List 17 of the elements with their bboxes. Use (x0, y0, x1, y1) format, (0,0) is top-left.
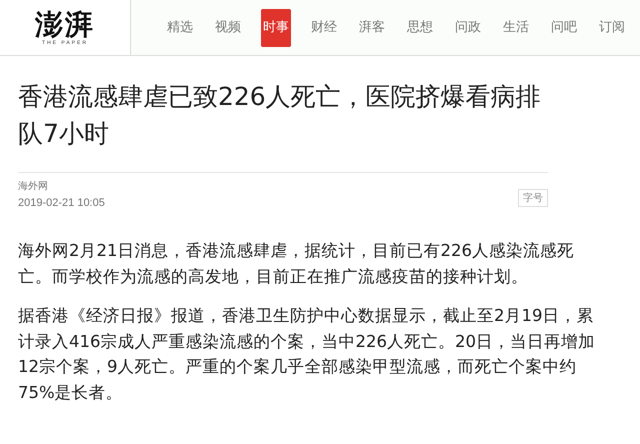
article-paragraph: 据香港《经济日报》报道，香港卫生防护中心数据显示，截止至2月19日，累计录入416宗成人严重感染流感的个案，当中226人死亡。20日，当日再增加12宗个案，9人死亡。严重的个案几乎全部感染甲型流感，而死亡个案中约75%是长者。 (18, 305, 596, 404)
nav-tab[interactable]: 精选 (165, 8, 195, 46)
nav-tab[interactable]: 问政 (453, 8, 483, 46)
nav-tab[interactable]: 时事 (261, 8, 291, 46)
nav-tab[interactable]: 生活 (501, 8, 531, 46)
nav-tab[interactable]: 问吧 (549, 8, 579, 46)
article-title: 香港流感肆虐已致226人死亡，医院挤爆看病排队7小时 (18, 81, 542, 150)
nav-tab[interactable]: 湃客 (357, 8, 387, 46)
publish-date: 2019-02-21 10:05 (18, 197, 105, 209)
font-size-button[interactable]: 字号 (518, 189, 548, 207)
nav-tab[interactable]: 思想 (405, 8, 435, 46)
nav-tab[interactable]: 订阅 (597, 8, 627, 46)
logo-text: 澎湃 (35, 10, 95, 40)
nav-tab[interactable]: 视频 (213, 8, 243, 46)
article-paragraph: 海外网2月21日消息，香港流感肆虐，据统计，目前已有226人感染流感死亡。而学校作为流感的高发地，目前正在推广流感疫苗的接种计划。 (18, 240, 575, 288)
article-source: 海外网 (18, 180, 49, 193)
nav-tab[interactable]: 财经 (309, 8, 339, 46)
